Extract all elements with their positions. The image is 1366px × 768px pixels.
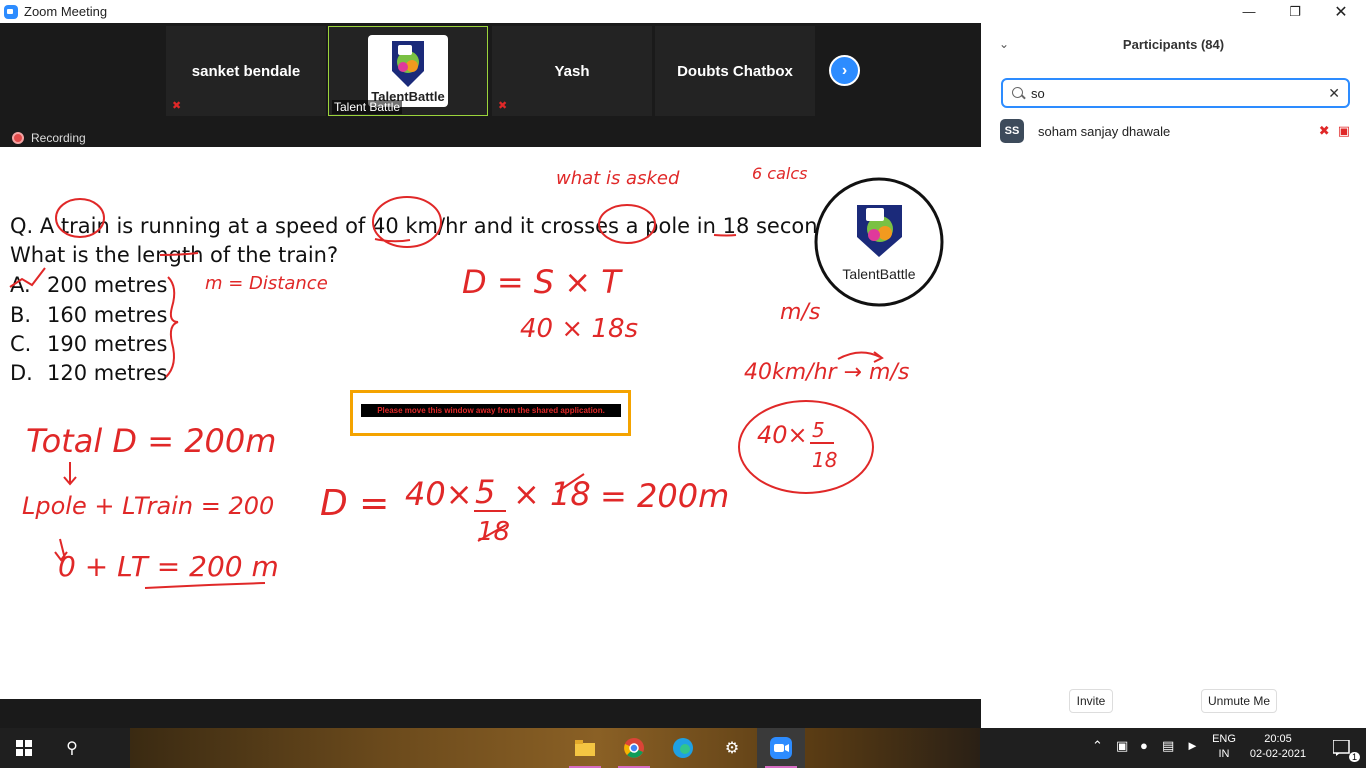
lang-bottom: IN	[1218, 748, 1230, 760]
invite-button[interactable]: Invite	[1069, 689, 1113, 713]
window-title: Zoom Meeting	[24, 4, 108, 19]
ink-lpole: Lpole + LTrain = 200	[22, 492, 274, 520]
shared-screen: Q. A train is running at a speed of 40 k…	[0, 147, 981, 699]
recording-indicator[interactable]: Recording	[12, 131, 86, 145]
search-icon	[1012, 86, 1025, 100]
minimize-button[interactable]: —	[1226, 0, 1272, 23]
microphone-icon[interactable]: ●	[1140, 738, 1148, 753]
ink-unit-ms: m/s	[780, 300, 820, 325]
ink-formula: D = S × T	[462, 263, 623, 301]
ink-conv-frac-den: 18	[812, 448, 837, 472]
ink-big-calc: 40×	[405, 475, 473, 513]
muted-mic-icon: ✖	[1318, 123, 1330, 138]
ink-big-d: D =	[320, 483, 389, 524]
next-page-chevron-icon[interactable]: ›	[829, 55, 860, 86]
talent-battle-logo: TalentBattle	[368, 35, 448, 107]
unmute-me-button[interactable]: Unmute Me	[1201, 689, 1277, 713]
search-icon[interactable]: ⚲	[48, 728, 96, 768]
zoom-taskbar-icon[interactable]	[757, 728, 805, 768]
ink-big-result: = 200m	[600, 477, 729, 515]
input-language[interactable]: ENG IN	[1210, 732, 1238, 762]
participants-panel: ⌄ Participants (84) so ✕ SS soham sanjay…	[981, 23, 1366, 728]
ink-formula-values: 40 × 18s	[520, 314, 638, 344]
participant-search-input[interactable]: so ✕	[1001, 78, 1350, 108]
volume-icon[interactable]: ►	[1186, 738, 1199, 753]
screen-share-warning: Please move this window away from the sh…	[350, 390, 631, 436]
ink-zero-lt: 0 + LT = 200 m	[58, 550, 279, 583]
title-bar: Zoom Meeting — ❐ ✕	[0, 0, 1366, 23]
video-tile-sanket[interactable]: sanket bendale ✖	[166, 26, 326, 116]
video-strip: sanket bendale ✖ TalentBattle Talent Bat…	[0, 23, 981, 147]
participant-name: Talent Battle	[332, 100, 403, 114]
warning-text: Please move this window away from the sh…	[361, 404, 621, 417]
ink-conversion: 40km/hr → m/s	[744, 360, 909, 385]
taskbar-clock[interactable]: 20:05 02-02-2021	[1244, 732, 1312, 762]
muted-mic-icon: ✖	[172, 100, 182, 112]
recording-label: Recording	[31, 131, 86, 145]
clock-time: 20:05	[1264, 733, 1292, 745]
ink-big-times: × 18	[513, 475, 591, 513]
restore-button[interactable]: ❐	[1272, 0, 1318, 23]
taskbar-background-image	[130, 728, 980, 768]
video-off-icon: ▣	[1337, 123, 1350, 138]
search-value[interactable]: so	[1031, 86, 1328, 101]
ink-total: Total D = 200m	[26, 422, 276, 460]
lang-top: ENG	[1212, 733, 1236, 745]
tray-chevron-icon[interactable]: ⌃	[1092, 738, 1103, 754]
avatar: SS	[1000, 119, 1024, 143]
participant-name: Yash	[554, 62, 590, 80]
network-icon[interactable]: ▤	[1162, 738, 1174, 754]
windows-start-icon[interactable]	[0, 728, 48, 768]
muted-mic-icon: ✖	[498, 100, 508, 112]
participant-row[interactable]: SS soham sanjay dhawale ✖ ▣	[1000, 119, 1350, 143]
meet-now-icon[interactable]: ▣	[1116, 738, 1128, 754]
ink-calc: 6 calcs	[752, 164, 807, 183]
video-tile-talent-battle[interactable]: TalentBattle Talent Battle	[328, 26, 488, 116]
ink-what-is-asked: what is asked	[556, 168, 680, 189]
ink-big-five: 5	[475, 473, 495, 511]
edge-icon[interactable]	[659, 728, 707, 768]
video-tile-doubts-chatbox[interactable]: Doubts Chatbox	[655, 26, 815, 116]
clear-search-icon[interactable]: ✕	[1328, 85, 1340, 102]
notification-icon[interactable]: 1	[1318, 728, 1366, 768]
ink-distance-note: m = Distance	[205, 273, 328, 294]
chrome-icon[interactable]	[610, 728, 658, 768]
participant-name: sanket bendale	[191, 62, 301, 80]
windows-taskbar: ⚲ ⚙ ⌃ ▣ ● ▤ ► ENG IN 20:05 02-02-2021 1	[0, 728, 1366, 768]
zoom-app-icon	[4, 4, 18, 19]
notification-count: 1	[1348, 752, 1360, 762]
settings-gear-icon[interactable]: ⚙	[708, 728, 756, 768]
ink-conv-frac-num: 5	[812, 418, 825, 442]
video-tile-yash[interactable]: Yash ✖	[492, 26, 652, 116]
close-button[interactable]: ✕	[1318, 0, 1364, 23]
participant-name: soham sanjay dhawale	[1038, 123, 1171, 139]
ink-conv-num: 40×	[757, 421, 808, 449]
participant-name: Doubts Chatbox	[677, 62, 793, 80]
meeting-footer	[0, 699, 981, 728]
record-icon	[12, 132, 24, 144]
participants-title: Participants (84)	[1122, 37, 1225, 52]
file-explorer-icon[interactable]	[561, 728, 609, 768]
clock-date: 02-02-2021	[1249, 748, 1307, 760]
